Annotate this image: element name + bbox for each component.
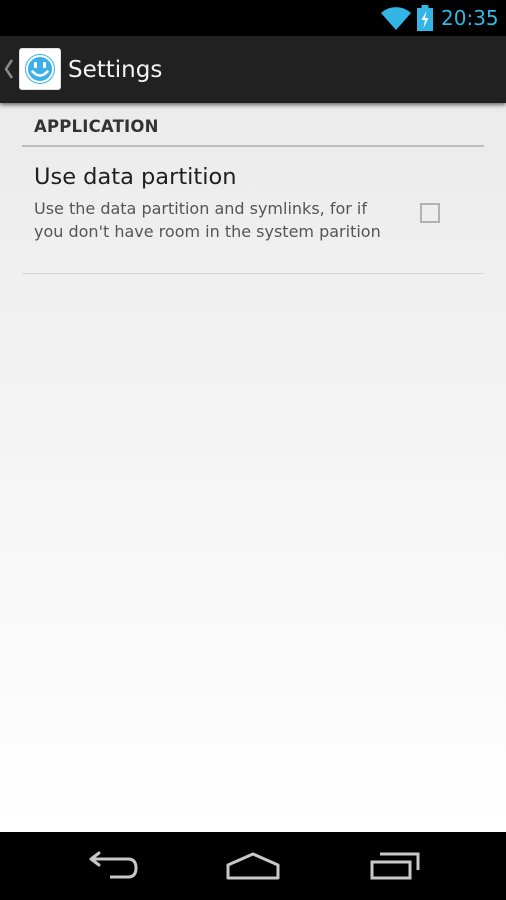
action-bar: Settings (0, 36, 506, 103)
wifi-icon (380, 5, 412, 31)
pref-title: Use data partition (34, 164, 237, 190)
app-icon[interactable] (19, 48, 61, 90)
pref-summary: Use the data partition and symlinks, for… (34, 199, 381, 241)
chevron-left-icon[interactable] (3, 58, 15, 80)
pref-use-data-partition[interactable]: Use data partition Use the data partitio… (22, 147, 484, 273)
preferences-screen: APPLICATION Use data partition Use the d… (0, 103, 506, 832)
recents-icon[interactable] (355, 842, 435, 890)
status-bar: 20:35 (0, 0, 506, 36)
navigation-bar (0, 832, 506, 900)
pref-divider (22, 273, 484, 274)
action-bar-title: Settings (68, 57, 163, 83)
home-icon[interactable] (213, 842, 293, 890)
smiley-icon (25, 54, 55, 84)
use-data-partition-checkbox[interactable] (420, 203, 440, 223)
status-clock: 20:35 (441, 6, 499, 30)
battery-charging-icon (416, 5, 434, 31)
category-header: APPLICATION (34, 117, 159, 136)
back-icon[interactable] (73, 842, 153, 890)
